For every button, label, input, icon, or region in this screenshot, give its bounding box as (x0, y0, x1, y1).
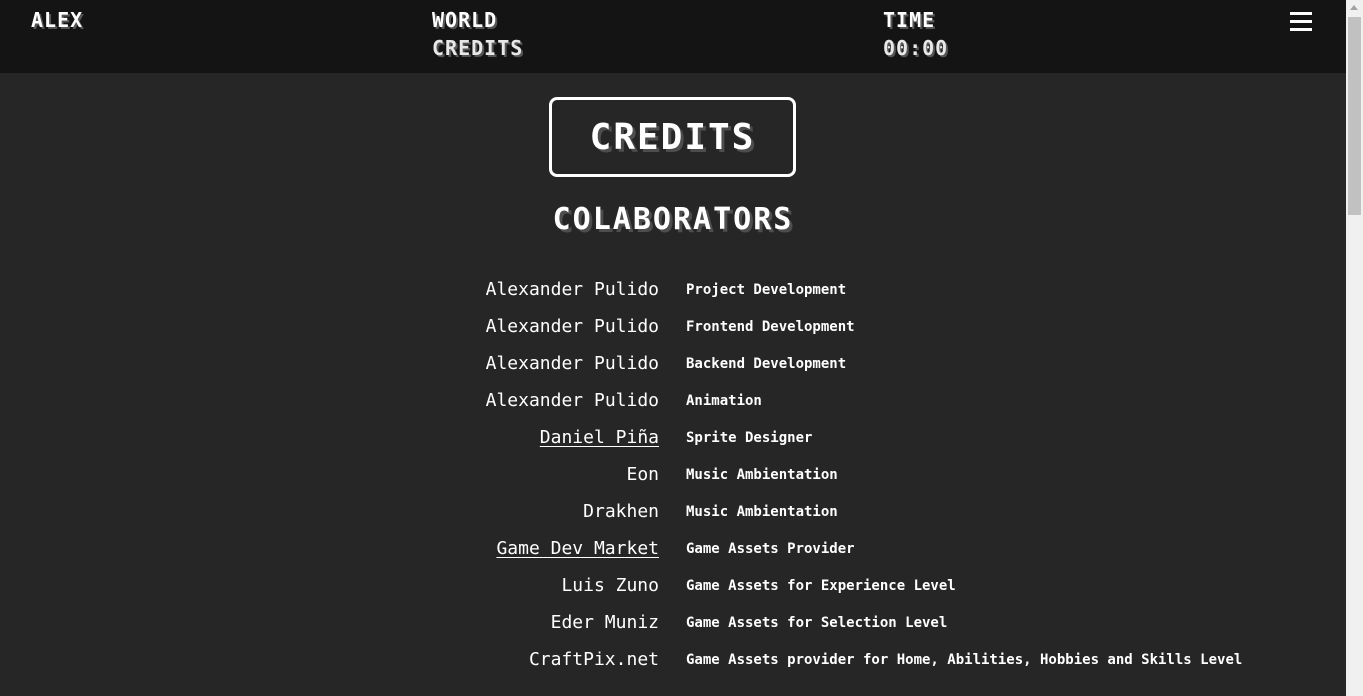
scrollbar-thumb[interactable] (1348, 17, 1361, 215)
scroll-up-arrow-icon[interactable] (1350, 5, 1358, 10)
credit-role: Game Assets for Selection Level (686, 615, 948, 631)
credit-name: Alexander Pulido (485, 353, 659, 374)
credit-role: Project Development (686, 282, 847, 298)
credit-row: Drakhen Music Ambientation (0, 498, 1346, 535)
credit-name: Alexander Pulido (485, 316, 659, 337)
credit-role: Animation (686, 393, 762, 409)
credit-name-link[interactable]: Game Dev Market (496, 538, 659, 559)
credit-name: Alexander Pulido (485, 279, 659, 300)
credit-name: Eon (626, 464, 659, 485)
time-value: 00:00 (883, 36, 949, 60)
credit-role: Music Ambientation (686, 467, 838, 483)
top-hud-bar: ALEX WORLD CREDITS TIME 00:00 (0, 0, 1346, 73)
credit-row: Alexander Pulido Backend Development (0, 350, 1346, 387)
hamburger-menu-icon[interactable] (1290, 11, 1312, 31)
section-heading-collaborators: COLABORATORS (552, 202, 794, 237)
player-name: ALEX (31, 8, 84, 32)
credit-role: Game Assets Provider (686, 541, 855, 557)
credit-role: Frontend Development (686, 319, 855, 335)
page-title: CREDITS (589, 116, 756, 158)
page-title-box: CREDITS (549, 97, 796, 177)
credit-role: Game Assets provider for Home, Abilities… (686, 652, 1243, 668)
vertical-scrollbar[interactable] (1346, 0, 1363, 696)
credit-name: CraftPix.net (528, 649, 659, 670)
credit-role: Game Assets for Experience Level (686, 578, 956, 594)
credit-row: Alexander Pulido Project Development (0, 276, 1346, 313)
credit-row: Daniel Piña Sprite Designer (0, 424, 1346, 461)
menu-icon-bar (1290, 12, 1312, 15)
menu-icon-bar (1290, 28, 1312, 31)
credit-row: CraftPix.net Game Assets provider for Hom… (0, 646, 1346, 683)
credits-list: Alexander Pulido Project Development Alexa… (0, 276, 1346, 683)
credit-row: Eon Music Ambientation (0, 461, 1346, 498)
world-label: WORLD (432, 8, 498, 32)
world-value: CREDITS (432, 36, 524, 60)
credit-name: Luis Zuno (561, 575, 659, 596)
credit-row: Luis Zuno Game Assets for Experience Leve… (0, 572, 1346, 609)
credit-row: Alexander Pulido Frontend Development (0, 313, 1346, 350)
credit-row: Eder Muniz Game Assets for Selection Leve… (0, 609, 1346, 646)
credit-row: Game Dev Market Game Assets Provider (0, 535, 1346, 572)
credit-role: Backend Development (686, 356, 847, 372)
time-label: TIME (883, 8, 936, 32)
credit-name: Eder Muniz (550, 612, 659, 633)
menu-icon-bar (1290, 20, 1312, 23)
credit-name-link[interactable]: Daniel Piña (540, 427, 659, 448)
credit-role: Sprite Designer (686, 430, 813, 446)
credit-name: Alexander Pulido (485, 390, 659, 411)
credit-role: Music Ambientation (686, 504, 838, 520)
credit-name: Drakhen (583, 501, 659, 522)
credit-row: Alexander Pulido Animation (0, 387, 1346, 424)
